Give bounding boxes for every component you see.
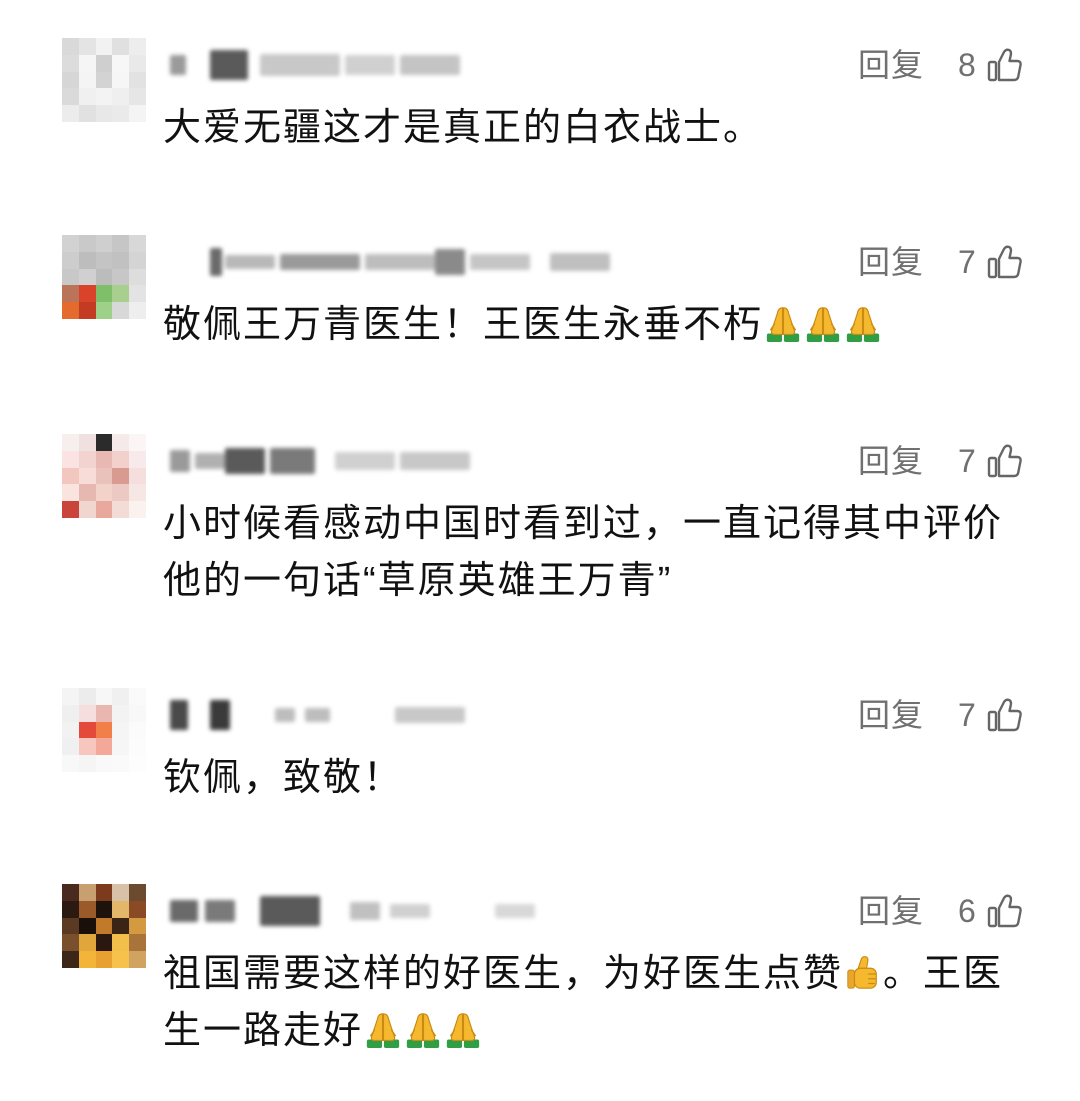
folded-hands-emoji-icon <box>844 305 882 343</box>
redacted-block <box>365 254 435 270</box>
thumbs-up-outline-icon <box>987 894 1023 928</box>
comment-text-segment: 他的一句话“草原英雄王万青” <box>163 560 673 602</box>
redacted-block <box>170 700 188 730</box>
redacted-block <box>170 450 190 472</box>
redacted-block <box>270 448 315 474</box>
author-meta-redacted <box>165 45 765 85</box>
like-count: 7 <box>958 443 976 479</box>
folded-hands-emoji-icon <box>364 1011 402 1049</box>
comment-text-segment: 钦佩，致敬！ <box>163 757 404 799</box>
author-meta-redacted <box>165 891 765 931</box>
redacted-block <box>260 54 340 76</box>
like-button[interactable] <box>987 48 1023 82</box>
comment-text-segment: 小时候看感动中国时看到过，一直记得其中评价 <box>163 503 1004 545</box>
comment-text-line: 大爱无疆这才是真正的白衣战士。 <box>163 100 1063 157</box>
redacted-block <box>260 896 320 926</box>
comment-text-line: 敬佩王万青医生！王医生永垂不朽 <box>163 297 1063 354</box>
redacted-block <box>350 902 380 920</box>
redacted-block <box>225 255 275 269</box>
redacted-block <box>170 900 198 922</box>
comment-text-line: 小时候看感动中国时看到过，一直记得其中评价 <box>163 496 1063 553</box>
comment-text-segment: 祖国需要这样的好医生，为好医生点赞 <box>163 953 844 995</box>
like-button[interactable] <box>987 894 1023 928</box>
redacted-block <box>210 700 230 730</box>
redacted-block <box>435 249 465 275</box>
avatar[interactable] <box>62 434 146 518</box>
like-count: 8 <box>958 47 976 83</box>
comment-text-segment: 生一路走好 <box>163 1010 364 1052</box>
redacted-block <box>495 904 535 918</box>
comment-text-line: 钦佩，致敬！ <box>163 750 1063 807</box>
reply-button[interactable]: 回复 <box>858 45 924 85</box>
reply-button[interactable]: 回复 <box>858 891 924 931</box>
redacted-block <box>400 452 470 470</box>
comment: 回复 7 钦佩，致敬！ <box>0 688 1080 840</box>
comment-text-segment: 敬佩王万青医生！王医生永垂不朽 <box>163 304 764 346</box>
like-button[interactable] <box>987 444 1023 478</box>
redacted-block <box>550 253 610 271</box>
comment-list: 回复 8 大爱无疆这才是真正的白衣战士。 回复 7 敬佩王万青医生！王医生永垂不朽 回复 7 小… <box>0 0 1080 1101</box>
comment: 回复 6 祖国需要这样的好医生，为好医生点赞 。王医生一路走好 <box>0 884 1080 1052</box>
reply-button[interactable]: 回复 <box>858 242 924 282</box>
reply-button[interactable]: 回复 <box>858 441 924 481</box>
comment: 回复 8 大爱无疆这才是真正的白衣战士。 <box>0 38 1080 190</box>
avatar[interactable] <box>62 884 146 968</box>
redacted-block <box>170 55 186 75</box>
redacted-block <box>470 254 530 270</box>
folded-hands-emoji-icon <box>404 1011 442 1049</box>
comment-text-segment: 。王医 <box>883 953 1004 995</box>
avatar[interactable] <box>62 688 146 772</box>
avatar[interactable] <box>62 235 146 319</box>
redacted-block <box>400 55 460 75</box>
comment-text-segment: 大爱无疆这才是真正的白衣战士。 <box>163 107 764 149</box>
like-count: 6 <box>958 893 976 929</box>
redacted-block <box>395 707 465 723</box>
redacted-block <box>195 453 225 469</box>
folded-hands-emoji-icon <box>804 305 842 343</box>
thumbs-up-emoji-icon <box>844 954 882 992</box>
redacted-block <box>275 708 295 722</box>
author-meta-redacted <box>165 242 765 282</box>
like-button[interactable] <box>987 245 1023 279</box>
author-meta-redacted <box>165 441 765 481</box>
folded-hands-emoji-icon <box>764 305 802 343</box>
redacted-block <box>280 254 360 270</box>
thumbs-up-outline-icon <box>987 245 1023 279</box>
redacted-block <box>345 55 395 75</box>
redacted-block <box>225 448 265 474</box>
thumbs-up-outline-icon <box>987 48 1023 82</box>
comment-text: 敬佩王万青医生！王医生永垂不朽 <box>163 297 1063 354</box>
like-button[interactable] <box>987 698 1023 732</box>
comment-text: 祖国需要这样的好医生，为好医生点赞 。王医生一路走好 <box>163 946 1063 1060</box>
redacted-block <box>335 452 395 470</box>
like-count: 7 <box>958 697 976 733</box>
comment-text: 小时候看感动中国时看到过，一直记得其中评价 他的一句话“草原英雄王万青” <box>163 496 1063 610</box>
redacted-block <box>210 248 222 276</box>
reply-button[interactable]: 回复 <box>858 695 924 735</box>
redacted-block <box>205 900 235 922</box>
thumbs-up-outline-icon <box>987 698 1023 732</box>
comment-text-line: 生一路走好 <box>163 1003 1063 1060</box>
comment-text: 钦佩，致敬！ <box>163 750 1063 807</box>
like-count: 7 <box>958 244 976 280</box>
folded-hands-emoji-icon <box>444 1011 482 1049</box>
comment-text-line: 祖国需要这样的好医生，为好医生点赞 。王医 <box>163 946 1063 1003</box>
thumbs-up-outline-icon <box>987 444 1023 478</box>
comment-text: 大爱无疆这才是真正的白衣战士。 <box>163 100 1063 157</box>
comment: 回复 7 小时候看感动中国时看到过，一直记得其中评价 他的一句话“草原英雄王万青” <box>0 434 1080 602</box>
author-meta-redacted <box>165 695 765 735</box>
redacted-block <box>390 904 430 918</box>
redacted-block <box>305 708 330 722</box>
avatar[interactable] <box>62 38 146 122</box>
redacted-block <box>210 50 248 80</box>
comment: 回复 7 敬佩王万青医生！王医生永垂不朽 <box>0 235 1080 387</box>
comment-text-line: 他的一句话“草原英雄王万青” <box>163 553 1063 610</box>
